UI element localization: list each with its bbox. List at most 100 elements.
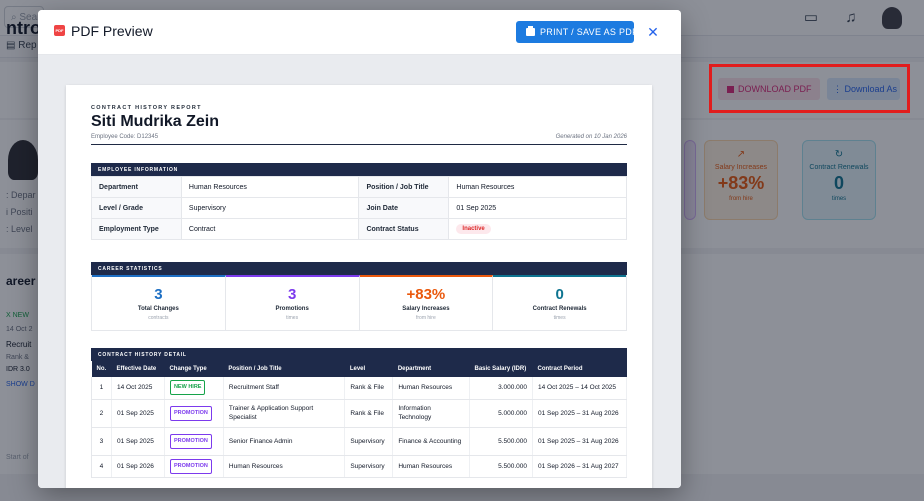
column-header: Contract Period	[532, 361, 627, 377]
stat-value: 3	[287, 286, 297, 303]
cell-no: 1	[91, 377, 112, 400]
stat-value: 3	[154, 286, 163, 303]
info-label: Level / Grade	[91, 197, 182, 219]
column-header: Change Type	[164, 361, 224, 377]
cell-date: 01 Sep 2026	[111, 455, 165, 478]
section-contract-history: CONTRACT HISTORY DETAIL	[91, 348, 627, 361]
cell-no: 2	[91, 399, 112, 428]
info-label: Join Date	[358, 197, 450, 219]
stat-label: Salary Increases	[402, 306, 450, 312]
info-value: Human Resources	[448, 176, 627, 198]
employee-name: Siti Mudrika Zein	[91, 113, 220, 130]
modal-header: PDF PDF Preview PRINT / SAVE AS PDF ✕	[38, 10, 681, 54]
cell-department: Information Technology	[392, 399, 470, 428]
column-header: Basic Salary (IDR)	[469, 361, 533, 377]
employee-info-table: Department Human Resources Position / Jo…	[91, 176, 627, 240]
change-type-badge: PROMOTION	[169, 433, 212, 449]
divider	[91, 144, 627, 145]
stat-sub: contracts	[148, 315, 169, 321]
cell-position: Senior Finance Admin	[223, 427, 346, 456]
table-row: 2 01 Sep 2025 PROMOTION Trainer & Applic…	[91, 399, 628, 428]
cell-department: Human Resources	[392, 377, 470, 400]
info-label: Employment Type	[91, 218, 182, 240]
cell-position: Human Resources	[223, 455, 346, 478]
generated-date: Generated on 10 Jan 2026	[555, 134, 627, 140]
stat-sub: from hire	[416, 315, 436, 321]
stat-sub: times	[286, 315, 299, 321]
cell-no: 3	[91, 427, 112, 456]
cell-period: 01 Sep 2025 – 31 Aug 2026	[532, 427, 628, 456]
highlight-box	[709, 64, 910, 113]
stat-value: +83%	[406, 286, 446, 303]
contract-history-table: No. Effective Date Change Type Position …	[91, 361, 628, 478]
cell-salary: 3.000.000	[469, 377, 533, 400]
pdf-file-icon: PDF	[54, 25, 65, 36]
cell-salary: 5.500.000	[469, 455, 533, 478]
info-row: Employment Type Contract Contract Status…	[91, 218, 627, 240]
cell-level: Supervisory	[344, 427, 394, 456]
cell-position: Trainer & Application Support Specialist	[223, 399, 346, 428]
table-row: 4 01 Sep 2026 PROMOTION Human Resources …	[91, 455, 628, 478]
stat-value: 0	[555, 286, 564, 303]
report-label: CONTRACT HISTORY REPORT	[91, 105, 202, 111]
change-type-badge: PROMOTION	[169, 405, 212, 421]
cell-salary: 5.000.000	[469, 399, 533, 428]
preview-area[interactable]: CONTRACT HISTORY REPORT Siti Mudrika Zei…	[38, 54, 681, 488]
employee-code: Employee Code: D12345	[91, 134, 159, 140]
info-value: Contract	[180, 218, 360, 240]
stat-total-changes: 3 Total Changes contracts	[92, 275, 226, 330]
cell-level: Rank & File	[344, 399, 394, 428]
cell-period: 14 Oct 2025 – 14 Oct 2025	[532, 377, 628, 400]
cell-position: Recruitment Staff	[223, 377, 346, 400]
cell-department: Human Resources	[392, 455, 470, 478]
cell-type: NEW HIRE	[164, 377, 224, 400]
info-value: 01 Sep 2025	[448, 197, 627, 219]
info-label: Position / Job Title	[358, 176, 450, 198]
section-career-statistics: CAREER STATISTICS	[91, 262, 627, 275]
cell-salary: 5.500.000	[469, 427, 533, 456]
info-value: Human Resources	[180, 176, 360, 198]
cell-date: 14 Oct 2025	[111, 377, 165, 400]
info-value: Inactive	[448, 218, 627, 240]
stat-label: Total Changes	[137, 306, 179, 312]
stat-salary-increases: +83% Salary Increases from hire	[359, 275, 494, 330]
cell-period: 01 Sep 2026 – 31 Aug 2027	[532, 455, 628, 478]
stat-sub: times	[553, 315, 566, 321]
stat-label: Contract Renewals	[532, 306, 587, 312]
info-label: Department	[91, 176, 182, 198]
change-type-badge: PROMOTION	[169, 458, 212, 474]
info-label: Contract Status	[358, 218, 450, 240]
column-header: Effective Date	[111, 361, 165, 377]
stat-promotions: 3 Promotions times	[225, 275, 360, 330]
section-employee-information: EMPLOYEE INFORMATION	[91, 163, 627, 176]
status-badge: Inactive	[456, 224, 491, 234]
column-header: No.	[91, 361, 112, 377]
cell-level: Supervisory	[344, 455, 394, 478]
table-row: 3 01 Sep 2025 PROMOTION Senior Finance A…	[91, 427, 628, 456]
info-row: Level / Grade Supervisory Join Date 01 S…	[91, 197, 627, 219]
close-button[interactable]: ✕	[644, 22, 662, 42]
cell-date: 01 Sep 2025	[111, 399, 165, 428]
stat-contract-renewals: 0 Contract Renewals times	[493, 275, 626, 330]
cell-type: PROMOTION	[164, 399, 224, 428]
table-header-row: No. Effective Date Change Type Position …	[91, 361, 627, 377]
print-save-pdf-button[interactable]: PRINT / SAVE AS PDF	[516, 21, 638, 43]
cell-period: 01 Sep 2025 – 31 Aug 2026	[532, 399, 628, 428]
modal-title: PDF Preview	[71, 23, 153, 39]
career-stats: 3 Total Changes contracts 3 Promotions t…	[91, 275, 627, 331]
report-page: CONTRACT HISTORY REPORT Siti Mudrika Zei…	[66, 85, 652, 488]
cell-date: 01 Sep 2025	[111, 427, 165, 456]
pdf-preview-modal: PDF PDF Preview PRINT / SAVE AS PDF ✕ CO…	[38, 10, 681, 488]
printer-icon	[526, 26, 535, 36]
column-header: Department	[392, 361, 470, 377]
cell-department: Finance & Accounting	[392, 427, 470, 456]
info-row: Department Human Resources Position / Jo…	[91, 176, 627, 198]
table-row: 1 14 Oct 2025 NEW HIRE Recruitment Staff…	[91, 377, 628, 400]
change-type-badge: NEW HIRE	[169, 380, 206, 396]
column-header: Level	[344, 361, 393, 377]
info-value: Supervisory	[180, 197, 360, 219]
cell-no: 4	[91, 455, 112, 478]
cell-level: Rank & File	[344, 377, 394, 400]
cell-type: PROMOTION	[164, 427, 224, 456]
cell-type: PROMOTION	[164, 455, 224, 478]
